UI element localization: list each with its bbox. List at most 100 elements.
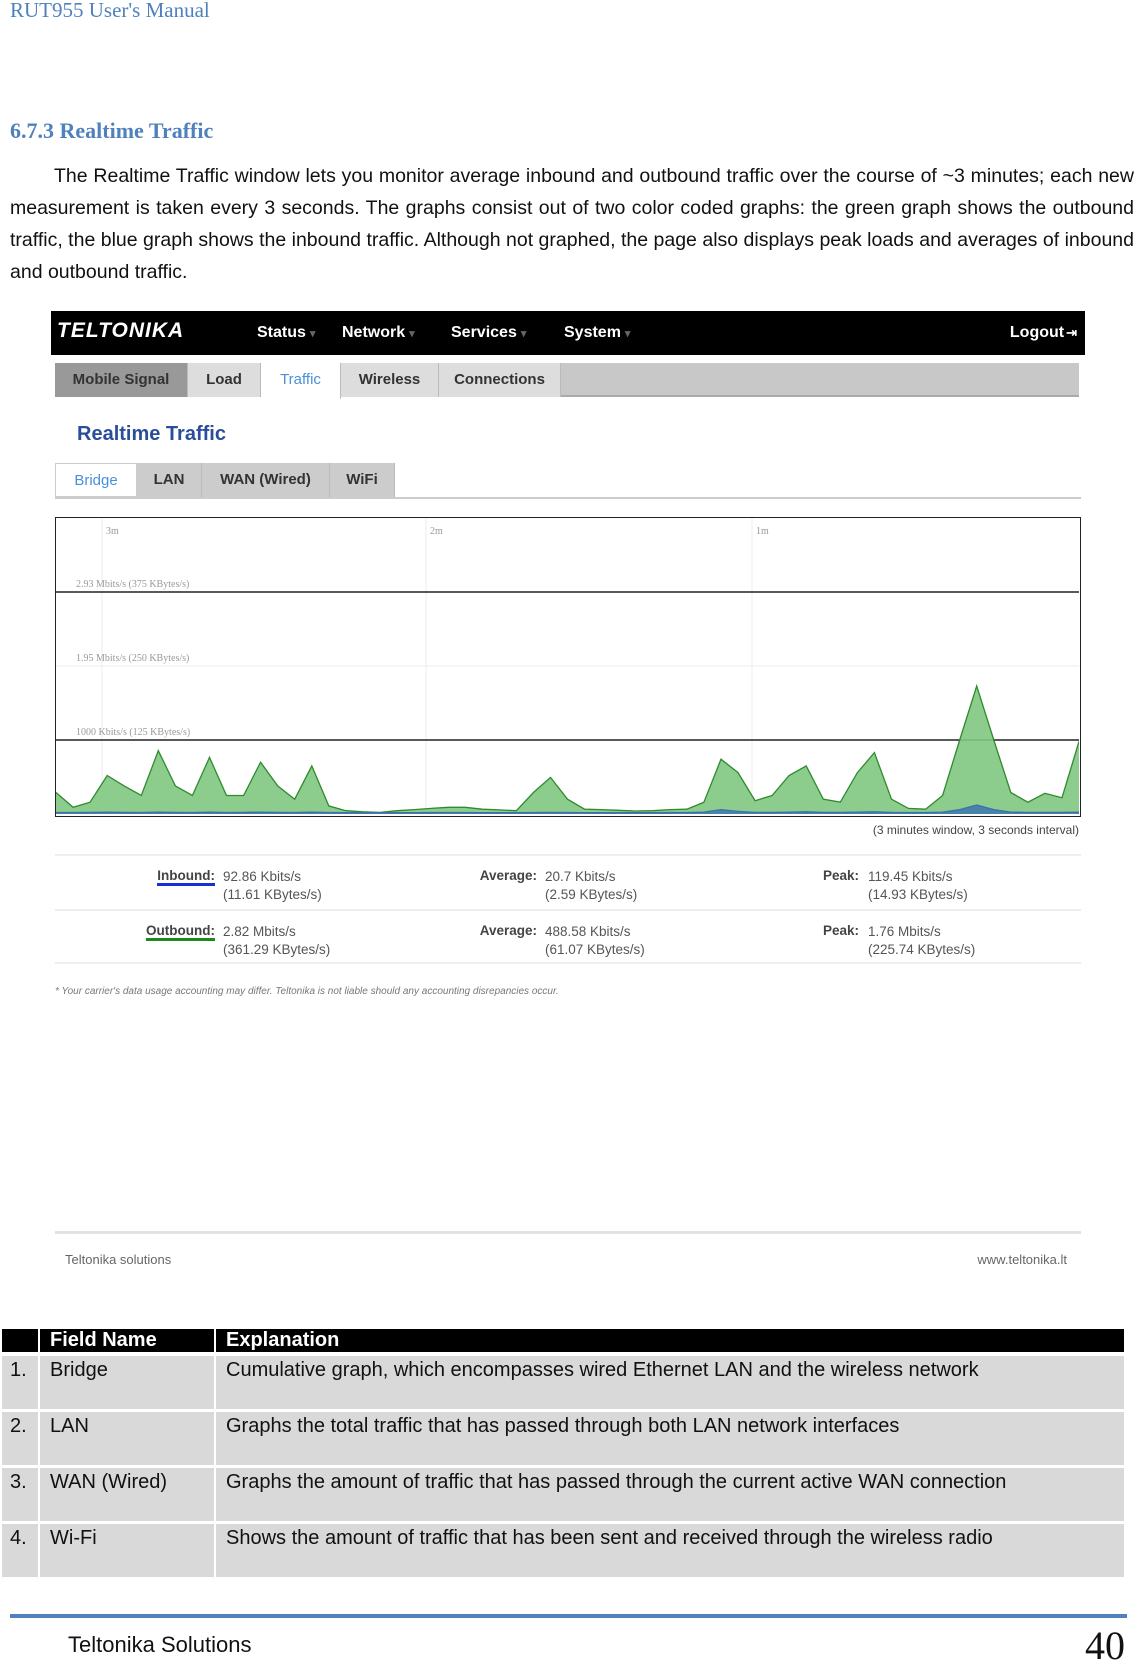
router-footer-left: Teltonika solutions (65, 1252, 172, 1267)
row-number: 1. (2, 1356, 38, 1412)
caret-icon: ▾ (309, 328, 316, 340)
table-header-row: Field Name Explanation (2, 1329, 1124, 1356)
outbound-area (56, 686, 1079, 814)
value: 2.82 Mbits/s (223, 924, 296, 939)
router-footer-link[interactable]: www.teltonika.lt (977, 1252, 1067, 1267)
value-bytes: (225.74 KBytes/s) (868, 942, 976, 957)
peak-label: Peak: (822, 868, 859, 883)
nav-status[interactable]: Status ▾ (257, 324, 315, 342)
subtab-bridge[interactable]: Bridge (55, 463, 137, 497)
outbound-average: 488.58 Kbits/s (61.07 KBytes/s) (545, 923, 645, 959)
row-number: 3. (2, 1468, 38, 1524)
caret-icon: ▾ (409, 328, 415, 340)
value-bytes: (61.07 KBytes/s) (545, 942, 645, 957)
x-tick-label: 3m (106, 526, 119, 537)
tab-traffic[interactable]: Traffic (261, 363, 341, 399)
logout-label: Logout (1009, 324, 1065, 341)
logout-button[interactable]: Logout ⇥ (1010, 324, 1077, 342)
col-header-number (2, 1329, 38, 1356)
caret-icon: ▾ (520, 328, 527, 340)
avg-label: Average: (479, 868, 537, 883)
top-nav-bar: TELTONIKA Status ▾ Network ▾ Services ▾ Sys… (51, 311, 1085, 355)
explanation: Graphs the total traffic that has passed… (216, 1412, 1124, 1468)
col-header-explanation: Explanation (216, 1329, 1124, 1356)
outbound-current: 2.82 Mbits/s (361.29 KBytes/s) (223, 923, 330, 959)
inbound-label: Inbound: (115, 868, 215, 886)
value: 488.58 Kbits/s (545, 924, 631, 939)
nav-label: System (564, 324, 621, 341)
nav-system[interactable]: System ▾ (564, 324, 630, 342)
x-tick-label: 2m (430, 526, 443, 537)
router-screenshot: TELTONIKA Status ▾ Network ▾ Services ▾ Sys… (51, 311, 1085, 1278)
table-row: 2. LAN Graphs the total traffic that has p… (2, 1412, 1124, 1468)
value-bytes: (2.59 KBytes/s) (545, 887, 638, 902)
field-name: Bridge (40, 1356, 214, 1412)
inbound-current: 92.86 Kbits/s (11.61 KBytes/s) (223, 868, 322, 904)
inbound-average: 20.7 Kbits/s (2.59 KBytes/s) (545, 868, 637, 904)
traffic-chart-svg: 3m 2m 1m 2.93 Mbits/s (375 KBytes/s) 1.95… (55, 518, 1080, 814)
value-bytes: (14.93 KBytes/s) (868, 887, 968, 902)
tab-connections[interactable]: Connections (439, 363, 561, 397)
tab-mobile-signal[interactable]: Mobile Signal (55, 363, 188, 397)
outbound-label: Outbound: (115, 923, 215, 941)
table-row: 3. WAN (Wired) Graphs the amount of traffi… (2, 1468, 1124, 1524)
page-number: 40 (1085, 1623, 1125, 1668)
logout-icon: ⇥ (1066, 325, 1077, 340)
teltonika-logo[interactable]: TELTONIKA (57, 319, 184, 343)
document-header: RUT955 User's Manual (10, 0, 210, 22)
intro-paragraph: The Realtime Traffic window lets you mon… (10, 165, 1134, 283)
inbound-peak: 119.45 Kbits/s (14.93 KBytes/s) (868, 868, 968, 904)
field-name: LAN (40, 1412, 214, 1468)
nav-label: Status (257, 324, 306, 341)
row-number: 2. (2, 1412, 38, 1468)
value: 1.76 Mbits/s (868, 924, 941, 939)
page-title: Realtime Traffic (77, 423, 226, 445)
interface-tabs: Bridge LAN WAN (Wired) WiFi (55, 463, 1081, 499)
explanation: Cumulative graph, which encompasses wire… (216, 1356, 1124, 1412)
table-row: 1. Bridge Cumulative graph, which encompas… (2, 1356, 1124, 1412)
value: 119.45 Kbits/s (868, 869, 953, 884)
table-row: 4. Wi-Fi Shows the amount of traffic that … (2, 1524, 1124, 1580)
tab-load[interactable]: Load (188, 363, 261, 397)
nav-label: Services (451, 324, 517, 341)
y-tick-label: 1.95 Mbits/s (250 KBytes/s) (76, 653, 189, 664)
avg-label: Average: (479, 923, 537, 938)
value-bytes: (11.61 KBytes/s) (223, 887, 322, 902)
traffic-graph: 3m 2m 1m 2.93 Mbits/s (375 KBytes/s) 1.95… (55, 517, 1081, 817)
explanation: Shows the amount of traffic that has bee… (216, 1524, 1124, 1580)
field-name: WAN (Wired) (40, 1468, 214, 1524)
subtab-lan[interactable]: LAN (137, 463, 202, 497)
inbound-row: Inbound: 92.86 Kbits/s (11.61 KBytes/s) A… (55, 854, 1081, 909)
field-table: Field Name Explanation 1. Bridge Cumulativ… (0, 1329, 1126, 1580)
nav-label: Network (342, 324, 406, 341)
tab-wireless[interactable]: Wireless (341, 363, 439, 397)
footer-divider (55, 1231, 1081, 1234)
y-tick-label: 1000 Kbits/s (125 KBytes/s) (76, 727, 190, 738)
outbound-peak: 1.76 Mbits/s (225.74 KBytes/s) (868, 923, 975, 959)
caret-icon: ▾ (624, 328, 631, 340)
graph-caption: (3 minutes window, 3 seconds interval) (872, 823, 1079, 837)
nav-network[interactable]: Network ▾ (342, 324, 415, 342)
outbound-row: Outbound: 2.82 Mbits/s (361.29 KBytes/s) … (55, 909, 1081, 964)
value-bytes: (361.29 KBytes/s) (223, 942, 331, 957)
explanation: Graphs the amount of traffic that has pa… (216, 1468, 1124, 1524)
outbound-label-text: Outbound: (146, 923, 215, 941)
page-footer-company: Teltonika Solutions (68, 1632, 252, 1657)
col-header-field: Field Name (40, 1329, 214, 1356)
subtab-wifi[interactable]: WiFi (330, 463, 395, 497)
page-footer-line (10, 1614, 1127, 1618)
subtab-wan-wired[interactable]: WAN (Wired) (202, 463, 330, 497)
disclaimer: * Your carrier's data usage accounting m… (55, 986, 559, 997)
x-tick-label: 1m (756, 526, 769, 537)
field-name: Wi-Fi (40, 1524, 214, 1580)
row-number: 4. (2, 1524, 38, 1580)
value: 20.7 Kbits/s (545, 869, 616, 884)
y-tick-label: 2.93 Mbits/s (375 KBytes/s) (76, 579, 189, 590)
section-title: 6.7.3 Realtime Traffic (10, 118, 214, 143)
value: 92.86 Kbits/s (223, 869, 302, 884)
inbound-label-text: Inbound: (157, 868, 215, 886)
peak-label: Peak: (822, 923, 859, 938)
status-tabs: Mobile Signal Load Traffic Wireless Conn… (55, 363, 1079, 399)
traffic-stats: Inbound: 92.86 Kbits/s (11.61 KBytes/s) A… (55, 854, 1081, 964)
nav-services[interactable]: Services ▾ (451, 324, 526, 342)
